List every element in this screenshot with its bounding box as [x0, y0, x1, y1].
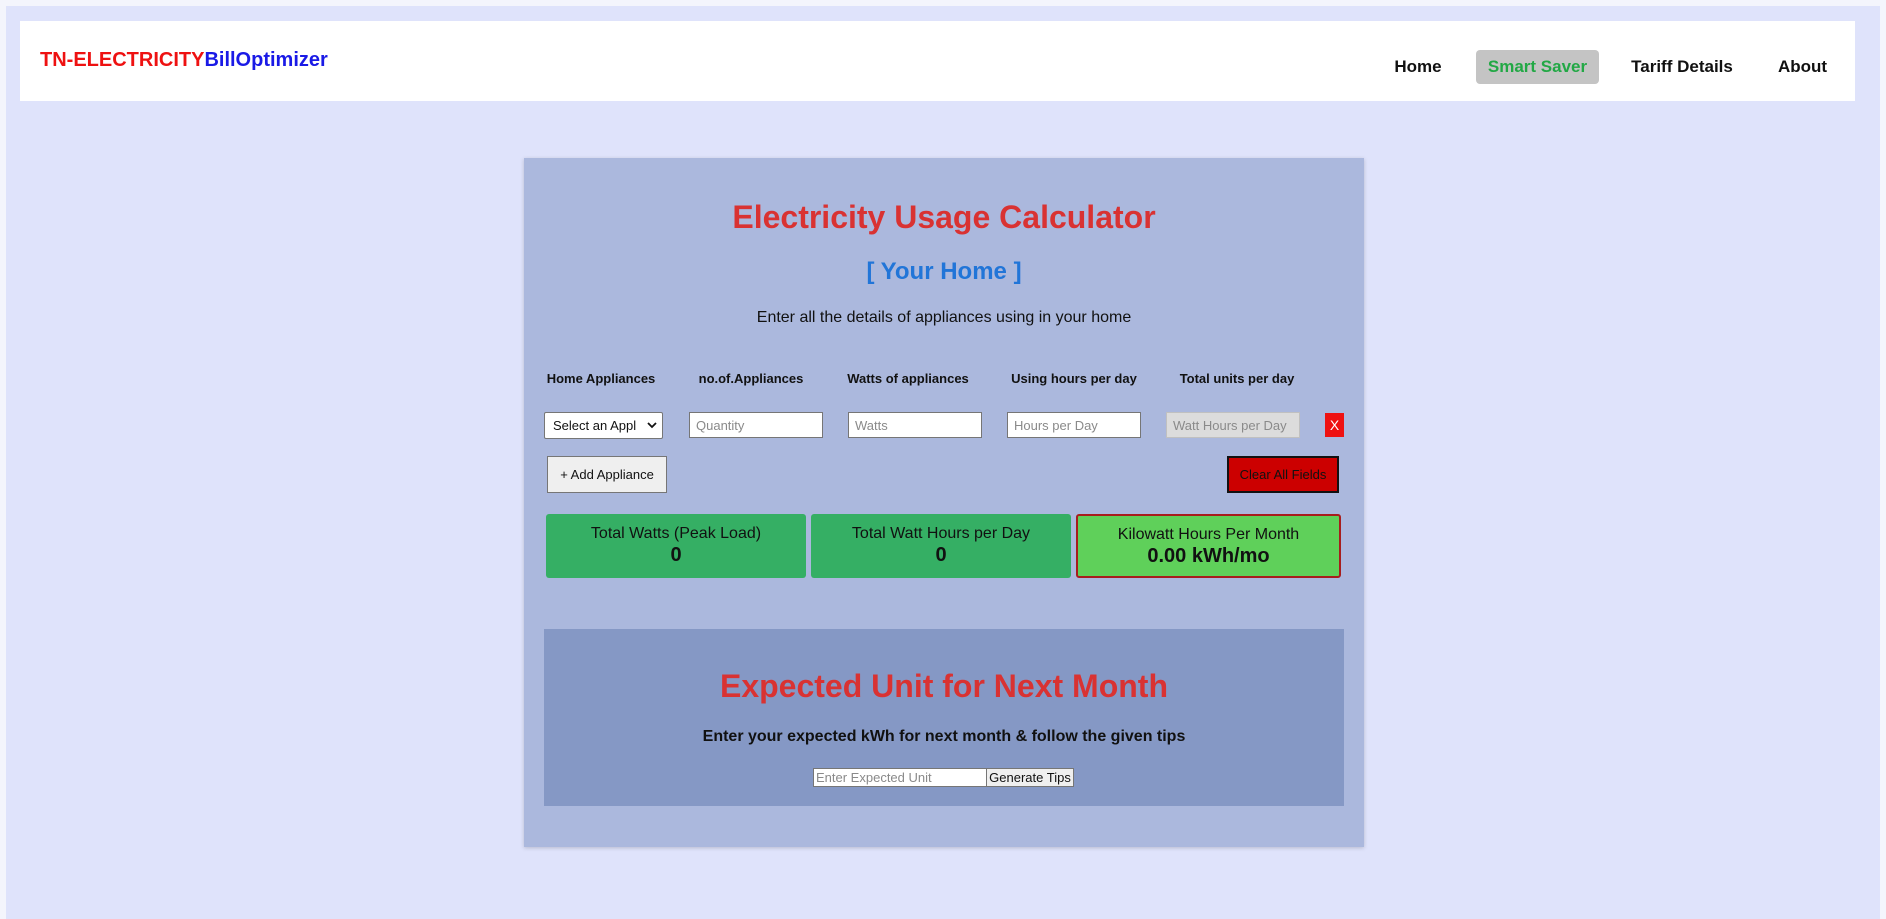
watt-hours-output: [1166, 412, 1300, 438]
kwh-month-value: 0.00 kWh/mo: [1147, 545, 1270, 567]
total-watts-value: 0: [670, 544, 682, 566]
remove-row-button[interactable]: X: [1325, 413, 1344, 437]
add-appliance-button[interactable]: + Add Appliance: [547, 456, 667, 493]
nav-about[interactable]: About: [1765, 50, 1840, 84]
watt-hours-label: Total Watt Hours per Day: [851, 525, 1031, 542]
expected-unit-input[interactable]: [813, 768, 987, 787]
generate-tips-button[interactable]: Generate Tips: [986, 768, 1074, 787]
column-header-watts: Watts of appliances: [847, 371, 969, 386]
total-watts-card: Total Watts (Peak Load) 0: [546, 514, 806, 578]
nav-smart-saver[interactable]: Smart Saver: [1476, 50, 1599, 84]
watt-hours-card: Total Watt Hours per Day 0: [811, 514, 1071, 578]
calculator-intro: Enter all the details of appliances usin…: [756, 309, 1132, 326]
calculator-title: Electricity Usage Calculator: [732, 199, 1156, 235]
expected-unit-title: Expected Unit for Next Month: [719, 668, 1168, 704]
appliance-select[interactable]: Select an Appl: [544, 412, 663, 439]
chevron-down-icon: [647, 413, 657, 438]
watt-hours-value: 0: [935, 544, 947, 566]
calculator-subtitle: [ Your Home ]: [866, 258, 1022, 285]
appliance-select-value: Select an Appl: [553, 418, 637, 433]
hours-input[interactable]: [1007, 412, 1141, 438]
total-watts-label: Total Watts (Peak Load): [590, 525, 762, 542]
clear-all-button[interactable]: Clear All Fields: [1227, 456, 1339, 493]
brand-part-2: BillOptimizer: [204, 49, 328, 71]
column-header-hours: Using hours per day: [1011, 371, 1137, 386]
column-header-total: Total units per day: [1179, 371, 1295, 386]
kwh-month-card: Kilowatt Hours Per Month 0.00 kWh/mo: [1076, 514, 1341, 578]
nav-home[interactable]: Home: [1378, 50, 1458, 84]
column-header-appliances: Home Appliances: [546, 371, 656, 386]
kwh-month-label: Kilowatt Hours Per Month: [1117, 526, 1300, 543]
quantity-input[interactable]: [689, 412, 823, 438]
expected-unit-text: Enter your expected kWh for next month &…: [702, 728, 1186, 745]
brand-part-1: TN-ELECTRICITY: [40, 49, 205, 71]
column-header-quantity: no.of.Appliances: [698, 371, 804, 386]
brand-logo[interactable]: TN-ELECTRICITYBillOptimizer: [40, 48, 328, 72]
nav-tariff-details[interactable]: Tariff Details: [1621, 50, 1743, 84]
watts-input[interactable]: [848, 412, 982, 438]
